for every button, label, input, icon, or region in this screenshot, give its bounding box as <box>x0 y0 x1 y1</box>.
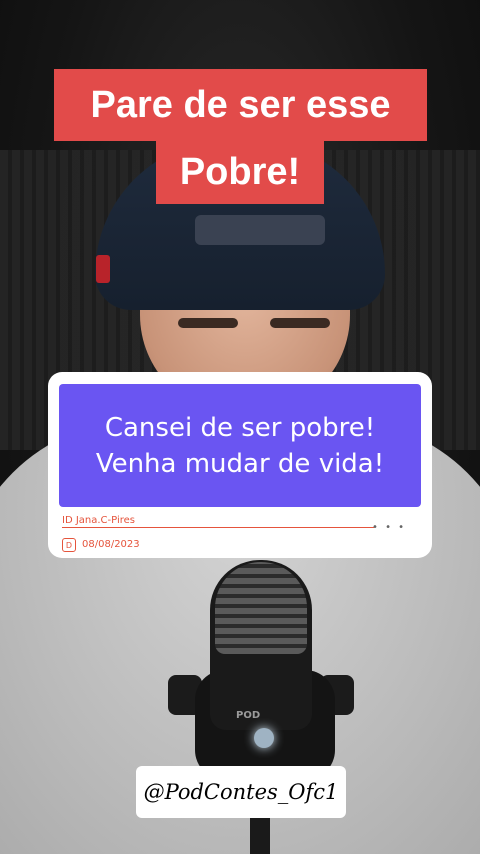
promo-line-2: Venha mudar de vida! <box>95 448 385 479</box>
microphone-brand: POD <box>236 710 261 721</box>
headline-line-2: Pobre! <box>156 141 324 204</box>
post-date: 08/08/2023 <box>82 539 140 550</box>
microphone-grille <box>215 562 307 654</box>
watermark-handle: @PodContes_Ofc1 <box>136 766 346 818</box>
person-eyebrow-left <box>178 318 238 328</box>
promo-line-1: Cansei de ser pobre! <box>104 412 376 443</box>
headline-line-1: Pare de ser esse <box>54 69 427 141</box>
cap-strap <box>195 215 325 245</box>
date-icon: D <box>62 538 76 552</box>
meta-divider <box>62 527 374 528</box>
account-id: ID Jana.C-Pires <box>62 515 135 526</box>
person-eyebrow-right <box>270 318 330 328</box>
cap-logo-icon <box>96 255 110 283</box>
microphone-led-icon <box>254 728 274 748</box>
more-options-icon[interactable]: • • • <box>372 522 406 533</box>
promo-banner[interactable]: Cansei de ser pobre! Venha mudar de vida… <box>59 384 421 507</box>
